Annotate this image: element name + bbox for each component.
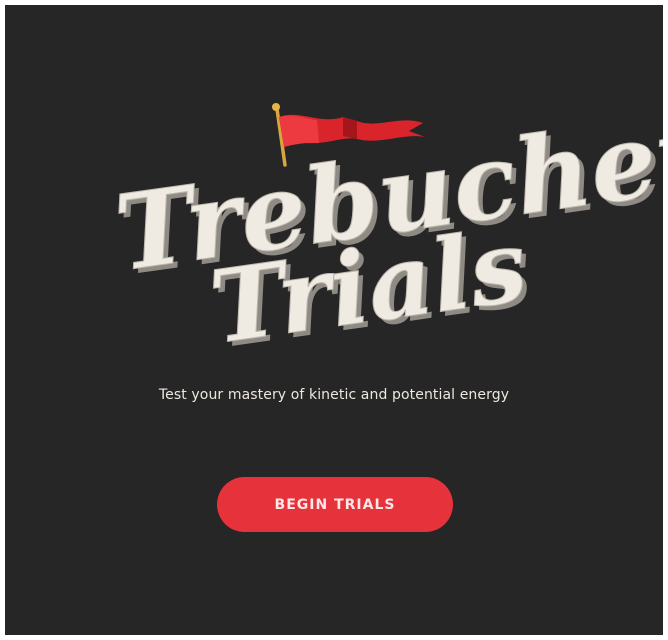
begin-trials-button[interactable]: BEGIN TRIALS [217,477,453,532]
tagline: Test your mastery of kinetic and potenti… [158,387,510,403]
logo-artwork: Trebuchet Trials Trebuchet Trials [108,90,663,365]
game-logo: Trebuchet Trials Trebuchet Trials [5,5,663,365]
title-screen: Trebuchet Trials Trebuchet Trials Test y… [5,5,663,635]
